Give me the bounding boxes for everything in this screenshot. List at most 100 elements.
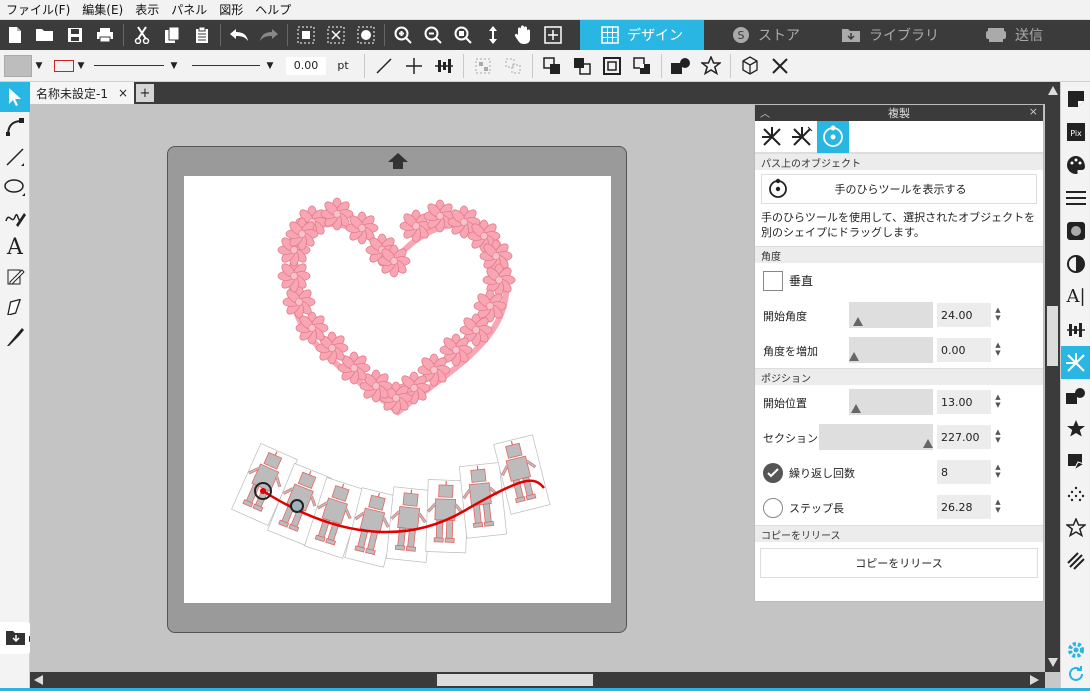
- vertical-scroll-thumb[interactable]: [1047, 306, 1058, 366]
- select-pointer-icon[interactable]: [0, 82, 30, 112]
- move-cross-icon[interactable]: [399, 51, 429, 81]
- transparency-icon[interactable]: [1061, 247, 1090, 280]
- line-color-swatch[interactable]: [54, 59, 74, 72]
- release-copies-button[interactable]: コピーをリリース: [760, 548, 1038, 578]
- menu-file[interactable]: ファイル(F): [6, 1, 70, 18]
- fill-palette-icon[interactable]: [1061, 148, 1090, 181]
- deselect-icon[interactable]: [321, 20, 351, 50]
- ellipse-tool-icon[interactable]: [0, 172, 30, 202]
- new-file-icon[interactable]: [0, 20, 30, 50]
- tab-send[interactable]: 送信: [952, 20, 1076, 50]
- line-width-input[interactable]: 0.00: [286, 56, 326, 75]
- show-hand-tool-button[interactable]: 手のひらツールを表示する: [761, 174, 1037, 204]
- start-position-input[interactable]: 13.00: [937, 390, 991, 414]
- slider-handle-icon[interactable]: [851, 404, 861, 413]
- close-tab-icon[interactable]: ×: [118, 86, 128, 100]
- align-icon[interactable]: [1061, 313, 1090, 346]
- scroll-up-arrow-icon[interactable]: [1048, 86, 1058, 95]
- slider-handle-icon[interactable]: [849, 352, 859, 361]
- mirror-mode-icon[interactable]: [787, 122, 817, 152]
- vertical-checkbox[interactable]: [763, 270, 783, 291]
- flower-heart-group[interactable]: [277, 197, 516, 416]
- offset-star-icon[interactable]: [1061, 412, 1090, 445]
- section-length-input[interactable]: 227.00: [937, 425, 991, 449]
- replicate-panel-icon[interactable]: [1061, 346, 1090, 379]
- start-position-slider[interactable]: [849, 389, 933, 415]
- horizontal-scroll-thumb[interactable]: [437, 674, 593, 686]
- start-angle-slider[interactable]: [849, 302, 933, 328]
- start-angle-spinner[interactable]: ▲ ▼: [993, 306, 1003, 322]
- settings-gear-icon[interactable]: [1066, 640, 1086, 660]
- paste-icon[interactable]: [187, 20, 217, 50]
- text-tool-icon[interactable]: A: [0, 232, 30, 262]
- page-area[interactable]: [183, 175, 612, 604]
- scroll-left-arrow-icon[interactable]: [34, 675, 43, 685]
- close-x-icon[interactable]: [765, 51, 795, 81]
- redo-icon[interactable]: [254, 20, 284, 50]
- cut-icon[interactable]: [127, 20, 157, 50]
- step-length-input[interactable]: 26.28: [937, 495, 991, 519]
- line-style-icon[interactable]: [1061, 181, 1090, 214]
- section-length-slider[interactable]: [819, 424, 933, 450]
- line-end-selector[interactable]: [192, 65, 260, 66]
- slider-handle-icon[interactable]: [923, 439, 933, 448]
- eraser-icon[interactable]: [0, 292, 30, 322]
- menu-panel[interactable]: パネル: [171, 1, 207, 18]
- angle-increment-input[interactable]: 0.00: [937, 338, 991, 362]
- start-angle-input[interactable]: 24.00: [937, 303, 991, 327]
- select-all-icon[interactable]: [291, 20, 321, 50]
- section-length-spinner[interactable]: ▲ ▼: [993, 428, 1003, 444]
- pan-move-icon[interactable]: [478, 20, 508, 50]
- subtract-icon[interactable]: [567, 51, 597, 81]
- copy-icon[interactable]: [157, 20, 187, 50]
- zoom-select-icon[interactable]: [448, 20, 478, 50]
- slider-handle-icon[interactable]: [853, 317, 863, 326]
- panel-collapse-icon[interactable]: ︿: [760, 105, 770, 120]
- sync-refresh-icon[interactable]: [1066, 664, 1086, 684]
- fill-dropdown-arrow[interactable]: ▼: [32, 61, 46, 71]
- print-icon[interactable]: [90, 20, 120, 50]
- edit-points-icon[interactable]: [0, 112, 30, 142]
- sketch-dots-icon[interactable]: [1061, 478, 1090, 511]
- step-length-spinner[interactable]: ▲ ▼: [993, 498, 1003, 514]
- line-tool-icon[interactable]: [369, 51, 399, 81]
- zoom-out-icon[interactable]: [418, 20, 448, 50]
- open-folder-icon[interactable]: [30, 20, 60, 50]
- hatch-pattern-icon[interactable]: [1061, 544, 1090, 577]
- menu-shape[interactable]: 図形: [219, 1, 243, 18]
- select-by-color-icon[interactable]: [351, 20, 381, 50]
- repeat-count-spinner[interactable]: ▲ ▼: [993, 463, 1003, 479]
- fill-color-swatch[interactable]: [4, 54, 32, 77]
- angle-increment-slider[interactable]: [849, 337, 933, 363]
- zoom-in-icon[interactable]: [388, 20, 418, 50]
- pixscan-icon[interactable]: Pix: [1061, 115, 1090, 148]
- panel-close-icon[interactable]: ×: [1029, 105, 1038, 118]
- scroll-down-arrow-icon[interactable]: [1048, 658, 1058, 667]
- line-style-dropdown-arrow[interactable]: ▼: [164, 61, 184, 71]
- add-tab-button[interactable]: +: [136, 84, 154, 102]
- repeat-count-radio-checked[interactable]: [763, 462, 783, 483]
- text-style-icon[interactable]: A|: [1061, 280, 1090, 313]
- path-mode-icon[interactable]: [817, 120, 849, 153]
- hand-icon[interactable]: [508, 20, 538, 50]
- tab-design[interactable]: デザイン: [580, 20, 704, 50]
- object-shapes-icon[interactable]: [666, 51, 696, 81]
- repeat-count-input[interactable]: 8: [937, 460, 991, 484]
- exclude-icon[interactable]: [627, 51, 657, 81]
- vertical-scrollbar[interactable]: [1045, 82, 1060, 672]
- replicate-mode-icon[interactable]: [757, 122, 787, 152]
- line-color-dropdown-arrow[interactable]: ▼: [74, 61, 88, 71]
- eraser-pencil-icon[interactable]: [0, 262, 30, 292]
- trace-icon[interactable]: [1061, 445, 1090, 478]
- line-draw-icon[interactable]: [0, 142, 30, 172]
- line-style-selector[interactable]: [94, 65, 164, 66]
- step-length-radio[interactable]: [763, 497, 783, 518]
- group-icon[interactable]: [468, 51, 498, 81]
- undo-icon[interactable]: [224, 20, 254, 50]
- modify-icon[interactable]: [1061, 379, 1090, 412]
- fit-page-icon[interactable]: [538, 20, 568, 50]
- menu-view[interactable]: 表示: [135, 1, 159, 18]
- save-icon[interactable]: [60, 20, 90, 50]
- 3d-box-icon[interactable]: [735, 51, 765, 81]
- start-position-spinner[interactable]: ▲ ▼: [993, 393, 1003, 409]
